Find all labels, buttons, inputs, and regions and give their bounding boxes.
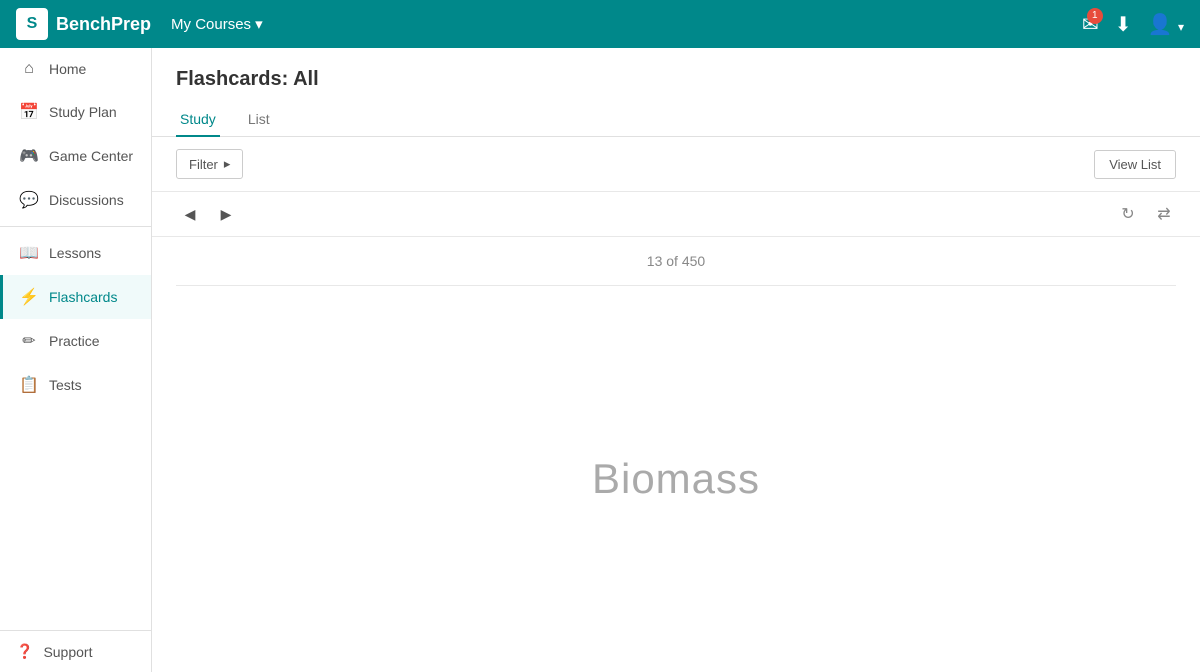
- support-icon: ❓: [16, 643, 33, 660]
- logo-icon: S: [16, 8, 48, 40]
- logo-letter: S: [27, 15, 38, 33]
- sidebar: ⌂ Home 📅 Study Plan 🎮 Game Center 💬 Disc…: [0, 48, 152, 672]
- game-icon: 🎮: [19, 146, 39, 166]
- user-icon[interactable]: 👤 ▾: [1148, 12, 1185, 37]
- tab-study[interactable]: Study: [176, 103, 220, 137]
- page-title: Flashcards: All: [176, 68, 1176, 91]
- sidebar-item-label: Home: [49, 61, 86, 77]
- sidebar-item-home[interactable]: ⌂ Home: [0, 48, 151, 90]
- sidebar-item-label: Lessons: [49, 245, 101, 261]
- sidebar-item-label: Discussions: [49, 192, 124, 208]
- book-icon: 📖: [19, 243, 39, 263]
- tab-list[interactable]: List: [244, 103, 274, 137]
- sidebar-item-discussions[interactable]: 💬 Discussions: [0, 178, 151, 222]
- support-label: Support: [43, 644, 92, 660]
- sidebar-item-tests[interactable]: 📋 Tests: [0, 363, 151, 407]
- sidebar-item-lessons[interactable]: 📖 Lessons: [0, 231, 151, 275]
- notification-badge: 1: [1087, 8, 1103, 24]
- sidebar-item-label: Flashcards: [49, 289, 117, 305]
- sidebar-item-game-center[interactable]: 🎮 Game Center: [0, 134, 151, 178]
- header-left: S BenchPrep My Courses ▾: [16, 8, 263, 40]
- sidebar-item-label: Study Plan: [49, 104, 117, 120]
- my-courses-button[interactable]: My Courses ▾: [171, 15, 263, 33]
- sidebar-item-label: Tests: [49, 377, 82, 393]
- tab-bar: Study List: [176, 103, 1176, 136]
- home-icon: ⌂: [19, 60, 39, 78]
- filter-button[interactable]: Filter ▸: [176, 149, 243, 179]
- content-header: Flashcards: All Study List: [152, 48, 1200, 137]
- sidebar-divider: [0, 226, 151, 227]
- card-nav-arrows: ◀ ▶: [176, 200, 240, 228]
- flashcard-controls: Filter ▸ View List: [152, 137, 1200, 192]
- view-list-button[interactable]: View List: [1094, 150, 1176, 179]
- main-content: Flashcards: All Study List Filter ▸ View…: [152, 48, 1200, 672]
- sidebar-item-flashcards[interactable]: ⚡ Flashcards: [0, 275, 151, 319]
- chevron-down-icon: ▾: [255, 15, 263, 33]
- sidebar-item-study-plan[interactable]: 📅 Study Plan: [0, 90, 151, 134]
- logo[interactable]: S BenchPrep: [16, 8, 151, 40]
- pencil-icon: ✏: [19, 331, 39, 351]
- header-right: ✉ 1 ⬇ 👤 ▾: [1082, 12, 1184, 37]
- main-layout: ⌂ Home 📅 Study Plan 🎮 Game Center 💬 Disc…: [0, 48, 1200, 672]
- my-courses-label: My Courses: [171, 16, 251, 33]
- user-chevron-icon: ▾: [1178, 20, 1184, 34]
- sidebar-item-practice[interactable]: ✏ Practice: [0, 319, 151, 363]
- prev-card-button[interactable]: ◀: [176, 200, 204, 228]
- flashcard-area: 13 of 450 Biomass: [152, 236, 1200, 672]
- card-counter: 13 of 450: [631, 237, 721, 285]
- download-icon[interactable]: ⬇: [1115, 12, 1132, 37]
- filter-chevron-icon: ▸: [224, 156, 231, 172]
- sidebar-item-label: Game Center: [49, 148, 133, 164]
- app-header: S BenchPrep My Courses ▾ ✉ 1 ⬇ 👤 ▾: [0, 0, 1200, 48]
- flashcard-icon: ⚡: [19, 287, 39, 307]
- logo-text: BenchPrep: [56, 14, 151, 35]
- refresh-icon[interactable]: ↻: [1116, 202, 1140, 226]
- card-word: Biomass: [592, 455, 760, 503]
- shuffle-icon[interactable]: ⇄: [1152, 202, 1176, 226]
- filter-label: Filter: [189, 157, 218, 172]
- sidebar-item-support[interactable]: ❓ Support: [0, 631, 151, 672]
- card-content[interactable]: Biomass: [152, 286, 1200, 672]
- chat-icon: 💬: [19, 190, 39, 210]
- next-card-button[interactable]: ▶: [212, 200, 240, 228]
- calendar-icon: 📅: [19, 102, 39, 122]
- clipboard-icon: 📋: [19, 375, 39, 395]
- sidebar-bottom: ❓ Support: [0, 630, 151, 672]
- sidebar-item-label: Practice: [49, 333, 100, 349]
- notification-bell-icon[interactable]: ✉ 1: [1082, 12, 1099, 37]
- nav-controls: ◀ ▶ ↻ ⇄: [152, 192, 1200, 236]
- card-action-icons: ↻ ⇄: [1116, 202, 1176, 226]
